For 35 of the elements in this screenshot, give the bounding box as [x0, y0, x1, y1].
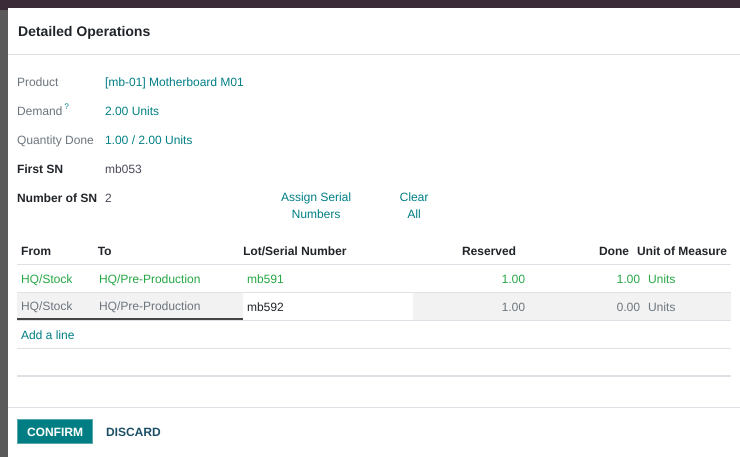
table-cell-text: Units [648, 298, 676, 316]
column-header: Lot/Serial Number [242, 242, 348, 260]
confirm-button[interactable]: CONFIRM [17, 419, 93, 444]
assign-serial-numbers-button[interactable]: Assign Serial Numbers [274, 189, 358, 223]
column-header: From [20, 242, 52, 260]
table-cell-text: 1.00 [502, 298, 525, 316]
table-cell-text: 1.00 [502, 270, 525, 288]
add-line-link[interactable]: Add a line [21, 326, 74, 344]
column-header: Unit of Measure [636, 242, 728, 260]
field-label: Quantity Done [17, 132, 94, 149]
field-value: mb053 [105, 161, 142, 178]
table-cell-text: HQ/Stock [21, 298, 72, 314]
table-cell-text: 1.00 [616, 270, 640, 288]
table-cell-text: mb591 [247, 270, 284, 288]
table-cell-text: HQ/Stock [21, 270, 72, 288]
table-row[interactable]: HQ/Stock HQ/Pre-Production mb592 1.00 0.00 Units [17, 293, 731, 321]
field-label: Number of SN [17, 190, 98, 207]
column-header: To [96, 242, 112, 260]
help-mark[interactable]: ? [64, 102, 69, 111]
field-label: Demand [17, 103, 62, 120]
clear-all-button[interactable]: Clear All [398, 189, 430, 223]
field-value: 1.00 / 2.00 Units [105, 132, 192, 149]
column-header: Done [598, 242, 630, 260]
field-label: First SN [17, 161, 64, 178]
table-cell-text: Units [648, 270, 676, 288]
table-cell-text: HQ/Pre-Production [99, 298, 200, 314]
field-label: Product [17, 74, 58, 91]
table-cell-text: HQ/Pre-Production [99, 270, 200, 288]
field-value: 2 [105, 190, 112, 207]
dialog-title: Detailed Operations [18, 22, 150, 41]
field-value[interactable]: [mb-01] Motherboard M01 [105, 73, 244, 91]
discard-button[interactable]: DISCARD [97, 419, 170, 444]
table-cell-text: 0.00 [616, 298, 640, 316]
field-value: 2.00 Units [105, 103, 160, 120]
column-header: Reserved [460, 242, 517, 260]
